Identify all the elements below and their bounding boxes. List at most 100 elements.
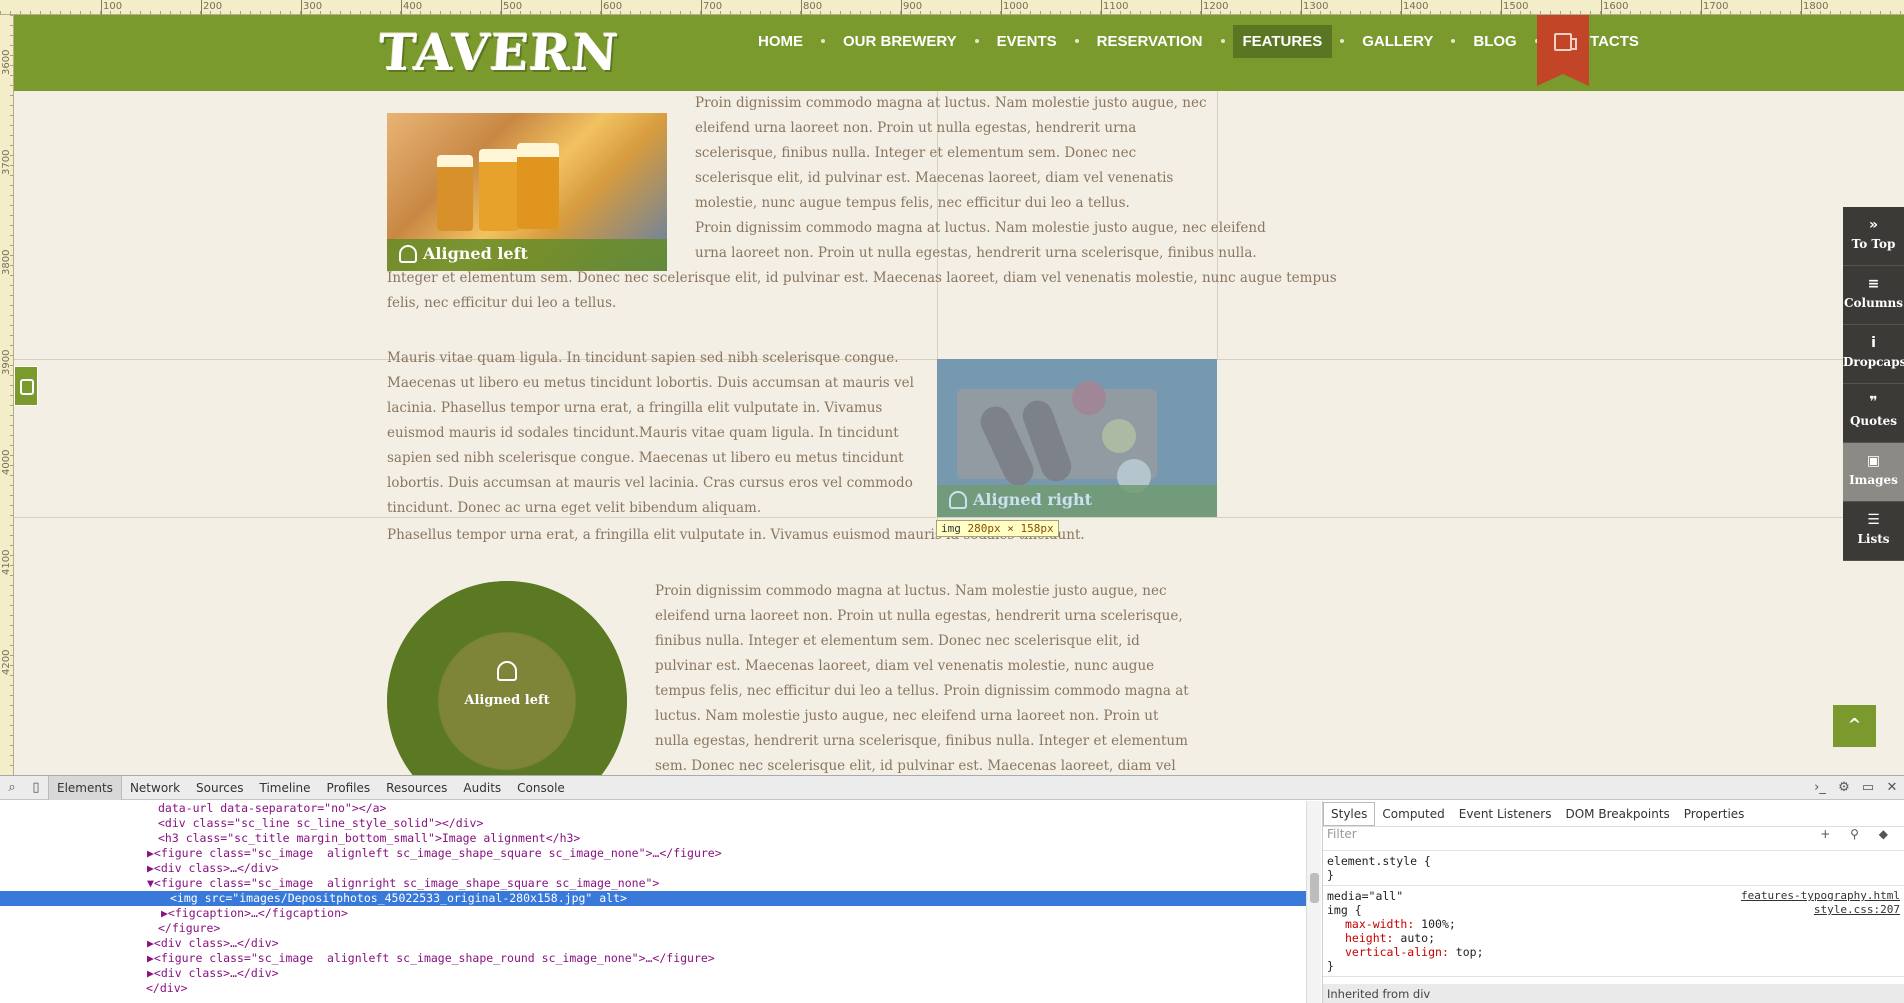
page-content: Aligned left Proin dignissim commodo mag… [14, 91, 1904, 775]
ruler-number: 1600 [1603, 1, 1629, 12]
tree-line[interactable]: data-url data-separator="no"></a> [0, 801, 1306, 816]
css-property[interactable]: max-width: 100%; [1327, 917, 1900, 931]
ruler-tick [1201, 0, 1202, 15]
nav-separator [974, 39, 979, 43]
elements-scrollbar[interactable] [1306, 801, 1321, 1003]
ruler-number: 4100 [1, 549, 12, 575]
scroll-to-top-button[interactable]: ^ [1833, 705, 1876, 747]
styles-filter-input[interactable]: Filter + ⚲ ◆ [1323, 827, 1904, 851]
tree-line[interactable]: </div> [0, 981, 1306, 996]
paragraph-line: Proin dignissim commodo magna at luctus.… [695, 220, 1266, 236]
side-settings-tab[interactable] [14, 366, 38, 406]
tree-line[interactable]: <div class="sc_line sc_line_style_solid"… [0, 816, 1306, 831]
tab-resources[interactable]: Resources [378, 776, 455, 800]
ruler-number: 800 [803, 1, 823, 12]
ruler-number: 200 [203, 1, 223, 12]
source-link[interactable]: style.css:207 [1814, 903, 1900, 917]
quote-icon: ❞ [1869, 394, 1878, 410]
css-property[interactable]: height: auto; [1327, 931, 1900, 945]
layout-guide [14, 517, 1904, 518]
inherited-header: Inherited from div [1323, 984, 1904, 1003]
tab-elements[interactable]: Elements [48, 775, 122, 800]
ruler-tick [1401, 0, 1402, 15]
tree-line[interactable]: ▶<div class>…</div> [0, 861, 1306, 876]
quotes-button[interactable]: ❞ Quotes [1843, 384, 1904, 443]
tab-timeline[interactable]: Timeline [252, 776, 319, 800]
nav-features[interactable]: FEATURES [1232, 24, 1333, 58]
nav-separator [1220, 39, 1225, 43]
search-icon[interactable]: ⌕ [0, 780, 24, 795]
ruler-tick [501, 0, 502, 15]
tavern-logo[interactable]: TAVERN [377, 23, 621, 82]
tree-line-selected[interactable]: <img src="images/Depositphotos_45022533_… [0, 891, 1306, 906]
ruler-number: 1300 [1303, 1, 1329, 12]
nav-events[interactable]: EVENTS [987, 25, 1067, 58]
tree-line[interactable]: </figure> [0, 921, 1306, 936]
info-icon: i [1871, 335, 1876, 351]
tree-line[interactable]: ▶<div class>…</div> [0, 966, 1306, 981]
paragraph-line: Phasellus tempor urna erat, a fringilla … [387, 527, 1085, 543]
nav-separator [1451, 39, 1456, 43]
console-drawer-icon[interactable]: ›_ [1808, 780, 1832, 795]
nav-blog[interactable]: BLOG [1463, 25, 1526, 58]
chevrons-up-icon: » [1868, 217, 1879, 233]
tree-line[interactable]: ▶<figure class="sc_image alignleft sc_im… [0, 846, 1306, 861]
nav-gallery[interactable]: GALLERY [1352, 25, 1443, 58]
ruler-number: 400 [403, 1, 423, 12]
image-caption: Aligned left [464, 693, 550, 708]
dropcaps-button[interactable]: i Dropcaps [1843, 325, 1904, 384]
tab-styles[interactable]: Styles [1323, 801, 1376, 826]
dock-icon[interactable]: ▭ [1856, 780, 1880, 795]
ruler-number: 3800 [1, 249, 12, 275]
tree-line[interactable]: ▶<figure class="sc_image alignleft sc_im… [0, 951, 1306, 966]
ruler-number: 500 [503, 1, 523, 12]
gear-icon[interactable]: ⚙ [1832, 780, 1856, 795]
tab-audits[interactable]: Audits [455, 776, 509, 800]
ruler-tick [1701, 0, 1702, 15]
list-icon: ☰ [1867, 512, 1880, 528]
ruler-number: 1200 [1203, 1, 1229, 12]
paragraph-line: Integer et elementum sem. Donec nec scel… [387, 270, 1337, 286]
close-icon[interactable]: ✕ [1880, 780, 1904, 795]
ruler-tick [901, 0, 902, 15]
inspect-tooltip: img 280px × 158px [936, 520, 1059, 537]
ruler-tick [1001, 0, 1002, 15]
to-top-button[interactable]: » To Top [1843, 207, 1904, 266]
source-link[interactable]: features-typography.html [1741, 889, 1900, 903]
tab-network[interactable]: Network [122, 776, 188, 800]
devtools-tabbar: ⌕ ▯ Elements Network Sources Timeline Pr… [0, 775, 1904, 800]
nav-our-brewery[interactable]: OUR BREWERY [833, 25, 967, 58]
lists-button[interactable]: ☰ Lists [1843, 502, 1904, 561]
ruler-number: 4200 [1, 649, 12, 675]
images-button[interactable]: ▣ Images [1843, 443, 1904, 502]
tab-console[interactable]: Console [509, 776, 573, 800]
tree-line[interactable]: <h3 class="sc_title margin_bottom_small"… [0, 831, 1306, 846]
people-icon [399, 245, 417, 263]
columns-button[interactable]: ≡ Columns [1843, 266, 1904, 325]
tab-sources[interactable]: Sources [188, 776, 251, 800]
people-icon [497, 661, 517, 681]
inspect-highlight [937, 359, 1217, 517]
chevron-up-icon: ^ [1847, 715, 1862, 734]
css-property[interactable]: vertical-align: top; [1327, 945, 1900, 959]
tab-dom-breakpoints[interactable]: DOM Breakpoints [1558, 803, 1676, 825]
tree-line[interactable]: ▶<div class>…</div> [0, 936, 1306, 951]
tab-properties[interactable]: Properties [1677, 803, 1752, 825]
tab-event-listeners[interactable]: Event Listeners [1452, 803, 1559, 825]
tab-computed[interactable]: Computed [1375, 803, 1451, 825]
ruler-number: 3700 [1, 149, 12, 175]
device-mode-icon[interactable]: ▯ [24, 780, 48, 795]
img-style-rule: features-typography.html style.css:207 m… [1323, 886, 1904, 977]
ruler-number: 100 [103, 1, 123, 12]
style-actions-icons[interactable]: + ⚲ ◆ [1820, 827, 1896, 841]
nav-reservation[interactable]: RESERVATION [1087, 25, 1213, 58]
paragraph-line: felis, nec efficitur dui leo a tellus. [387, 295, 617, 311]
styles-tabbar: Styles Computed Event Listeners DOM Brea… [1323, 801, 1904, 827]
tree-line[interactable]: ▼<figure class="sc_image alignright sc_i… [0, 876, 1306, 891]
round-sausage-image: Aligned left [387, 581, 627, 775]
tab-profiles[interactable]: Profiles [319, 776, 379, 800]
beer-toast-image: Aligned left [387, 113, 667, 271]
nav-home[interactable]: HOME [748, 25, 813, 58]
tree-line[interactable]: ▶<figcaption>…</figcaption> [0, 906, 1306, 921]
ruler-number: 1800 [1803, 1, 1829, 12]
